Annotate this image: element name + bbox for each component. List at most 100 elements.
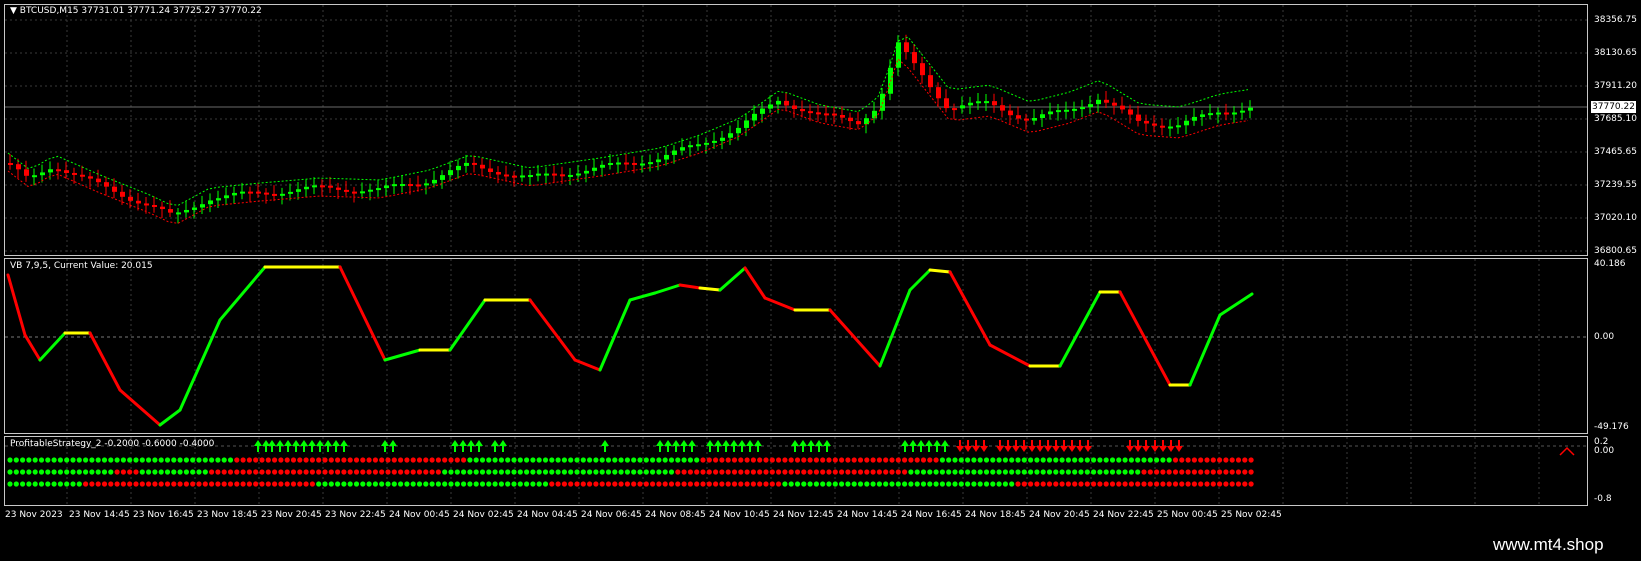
signal-dot bbox=[372, 469, 378, 475]
signal-dot bbox=[164, 481, 171, 487]
signal-dot bbox=[750, 469, 757, 475]
signal-dot bbox=[876, 481, 883, 487]
signal-dot bbox=[196, 469, 202, 475]
signal-dot bbox=[64, 469, 70, 475]
vb-segment bbox=[988, 343, 1032, 368]
signal-dot bbox=[83, 469, 89, 475]
chart-canvas bbox=[5, 5, 1587, 505]
signal-dot bbox=[990, 457, 996, 463]
buy-arrow-icon bbox=[276, 440, 284, 452]
buy-arrow-icon bbox=[823, 440, 831, 452]
candle-body bbox=[1184, 120, 1189, 126]
signal-dot bbox=[618, 457, 624, 463]
signal-dot bbox=[650, 469, 656, 475]
signal-dot bbox=[977, 469, 983, 475]
candle-body bbox=[320, 185, 325, 188]
candle-body bbox=[144, 203, 149, 206]
signal-dot bbox=[120, 481, 126, 487]
signal-dot bbox=[870, 457, 876, 463]
candle-body bbox=[992, 101, 997, 106]
signal-dot bbox=[171, 469, 177, 475]
signal-dot bbox=[1109, 457, 1116, 463]
signal-dot bbox=[536, 481, 542, 487]
signal-dot bbox=[769, 481, 775, 487]
signal-dot bbox=[895, 481, 901, 487]
signal-dot bbox=[1185, 457, 1191, 463]
signal-dot bbox=[146, 457, 152, 463]
signal-dot bbox=[284, 457, 290, 463]
signal-dot bbox=[706, 469, 712, 475]
signal-dot bbox=[410, 481, 416, 487]
candle-body bbox=[1072, 108, 1077, 111]
main-chart-title: ▼ BTCUSD,M15 37731.01 37771.24 37725.27 … bbox=[10, 6, 262, 16]
signal-dot bbox=[612, 469, 618, 475]
signal-dot bbox=[95, 457, 101, 463]
signal-dot bbox=[259, 481, 265, 487]
signal-dot bbox=[45, 457, 51, 463]
candle-body bbox=[432, 179, 437, 184]
signal-dot bbox=[1103, 469, 1109, 475]
signal-dot bbox=[687, 457, 694, 463]
signal-dot bbox=[776, 469, 782, 475]
signal-dot bbox=[177, 457, 183, 463]
signal-dot bbox=[813, 481, 820, 487]
signal-dot bbox=[505, 481, 511, 487]
buy-arrow-icon bbox=[656, 440, 664, 452]
signal-dot bbox=[20, 481, 26, 487]
candle-body bbox=[864, 118, 869, 125]
signal-dot bbox=[95, 481, 101, 487]
signal-dot bbox=[316, 469, 322, 475]
vb-segment bbox=[528, 298, 577, 362]
signal-dot bbox=[927, 481, 933, 487]
signal-dot bbox=[51, 469, 57, 475]
signal-dot bbox=[826, 457, 832, 463]
signal-dot bbox=[952, 481, 958, 487]
signal-dot bbox=[498, 457, 504, 463]
signal-dot bbox=[76, 481, 82, 487]
signal-dot bbox=[832, 469, 838, 475]
candle-body bbox=[824, 113, 829, 116]
signal-dot bbox=[101, 469, 108, 475]
signal-dot bbox=[1141, 481, 1147, 487]
candle-body bbox=[1144, 120, 1149, 124]
candle-body bbox=[528, 175, 533, 178]
signal-dot bbox=[1154, 469, 1160, 475]
vb-segment bbox=[218, 265, 267, 322]
signal-dot bbox=[385, 469, 391, 475]
signal-dot bbox=[1053, 457, 1059, 463]
signal-dot bbox=[593, 481, 599, 487]
signal-dot bbox=[524, 469, 530, 475]
buy-arrow-icon bbox=[308, 440, 316, 452]
signal-dot bbox=[467, 481, 473, 487]
candle-body bbox=[192, 207, 197, 210]
signal-dot bbox=[1091, 469, 1097, 475]
signal-dot bbox=[1116, 457, 1122, 463]
candle-body bbox=[904, 42, 909, 53]
signal-dot bbox=[1059, 457, 1065, 463]
signal-dot bbox=[587, 481, 593, 487]
signal-marker-icon bbox=[1559, 446, 1575, 456]
signal-dot bbox=[284, 469, 290, 475]
signal-dot bbox=[265, 469, 271, 475]
candle-body bbox=[1224, 112, 1229, 115]
signal-dot bbox=[587, 469, 593, 475]
signal-dot bbox=[51, 457, 57, 463]
signal-dot bbox=[448, 457, 454, 463]
sell-arrow-icon bbox=[1151, 440, 1159, 452]
signal-dot bbox=[322, 481, 328, 487]
signal-dot bbox=[32, 469, 38, 475]
signal-dot bbox=[952, 457, 958, 463]
signal-dot bbox=[719, 457, 725, 463]
signal-dot bbox=[864, 457, 870, 463]
ps-level-label: 0.00 bbox=[1594, 446, 1615, 456]
signal-dot bbox=[101, 457, 108, 463]
price-label: 37239.55 bbox=[1594, 180, 1637, 190]
time-axis-label: 23 Nov 16:45 bbox=[133, 510, 194, 520]
signal-dot bbox=[568, 481, 574, 487]
signal-dot bbox=[492, 469, 498, 475]
signal-dot bbox=[290, 469, 297, 475]
candle-body bbox=[576, 173, 581, 176]
signal-dot bbox=[76, 469, 82, 475]
sell-arrow-icon bbox=[1012, 440, 1020, 452]
buy-arrow-icon bbox=[381, 440, 389, 452]
